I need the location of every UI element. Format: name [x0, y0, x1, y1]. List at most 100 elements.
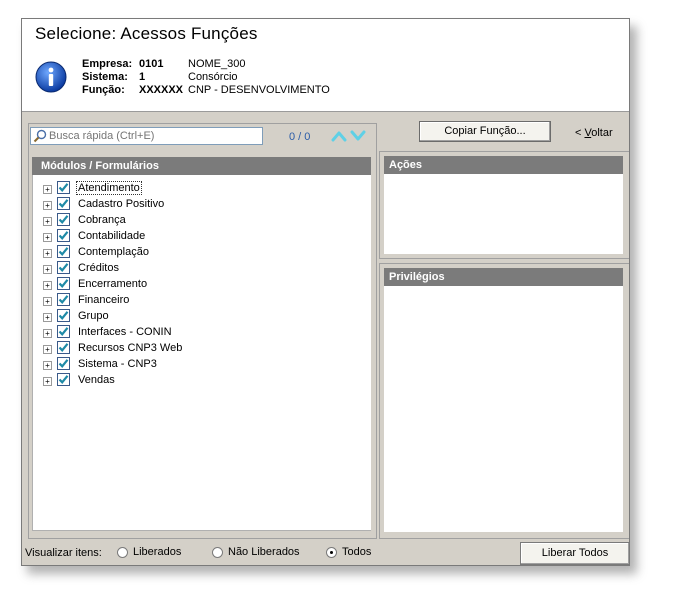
checkmark-icon — [58, 215, 69, 224]
radio-button[interactable] — [212, 547, 223, 558]
funcao-label: Função: — [82, 84, 125, 96]
checkbox[interactable] — [57, 293, 70, 306]
tree-node-label: Sistema - CNP3 — [78, 358, 157, 370]
checkmark-icon — [58, 263, 69, 272]
checkmark-icon — [58, 327, 69, 336]
sistema-code: 1 — [139, 71, 146, 83]
radio-label: Não Liberados — [228, 546, 300, 558]
tree-node[interactable]: + Recursos CNP3 Web — [43, 341, 243, 357]
empresa-code: 0101 — [139, 58, 164, 70]
tree-node-label: Cobrança — [78, 214, 126, 226]
checkbox[interactable] — [57, 357, 70, 370]
actions-panel: Ações — [379, 151, 629, 259]
modules-tree: + Atendimento + Cadastro Positivo + Cobrança +… — [32, 175, 371, 531]
checkbox[interactable] — [57, 325, 70, 338]
checkbox[interactable] — [57, 181, 70, 194]
tree-node-label: Financeiro — [78, 294, 130, 306]
privileges-panel: Privilégios — [379, 263, 629, 539]
checkmark-icon — [58, 279, 69, 288]
checkbox[interactable] — [57, 309, 70, 322]
expand-icon[interactable]: + — [43, 361, 52, 370]
checkmark-icon — [58, 295, 69, 304]
radio-button[interactable] — [117, 547, 128, 558]
actions-list — [384, 174, 623, 254]
privileges-header: Privilégios — [384, 268, 623, 286]
expand-icon[interactable]: + — [43, 281, 52, 290]
tree-node-label: Cadastro Positivo — [78, 198, 165, 210]
privileges-list — [384, 286, 623, 532]
info-icon — [35, 61, 67, 93]
tree-node-label: Contabilidade — [78, 230, 146, 242]
tree-node[interactable]: + Créditos — [43, 261, 243, 277]
tree-node[interactable]: + Encerramento — [43, 277, 243, 293]
sistema-name: Consórcio — [188, 71, 238, 83]
dialog-title: Selecione: Acessos Funções — [35, 24, 258, 43]
checkbox[interactable] — [57, 341, 70, 354]
expand-icon[interactable]: + — [43, 313, 52, 322]
checkbox[interactable] — [57, 373, 70, 386]
tree-node[interactable]: + Cobrança — [43, 213, 243, 229]
expand-icon[interactable]: + — [43, 377, 52, 386]
checkbox[interactable] — [57, 277, 70, 290]
tree-node[interactable]: + Contabilidade — [43, 229, 243, 245]
checkmark-icon — [58, 231, 69, 240]
dialog-window: Selecione: Acessos Funções Empresa: 0101… — [21, 18, 630, 566]
tree-node-label: Encerramento — [78, 278, 148, 290]
checkbox[interactable] — [57, 245, 70, 258]
funcao-code: XXXXXX — [139, 84, 184, 96]
expand-icon[interactable]: + — [43, 233, 52, 242]
expand-icon[interactable]: + — [43, 201, 52, 210]
expand-icon[interactable]: + — [43, 297, 52, 306]
checkmark-icon — [58, 375, 69, 384]
funcao-name: CNP - DESENVOLVIMENTO — [188, 84, 330, 96]
empresa-label: Empresa: — [82, 58, 133, 70]
previous-result-icon[interactable] — [331, 129, 347, 143]
tree-node[interactable]: + Interfaces - CONIN — [43, 325, 243, 341]
checkmark-icon — [58, 359, 69, 368]
checkbox[interactable] — [57, 261, 70, 274]
actions-header: Ações — [384, 156, 623, 174]
tree-node[interactable]: + Financeiro — [43, 293, 243, 309]
tree-node[interactable]: + Atendimento — [43, 181, 243, 197]
radio-button[interactable] — [326, 547, 337, 558]
next-result-icon[interactable] — [350, 129, 366, 143]
checkbox[interactable] — [57, 213, 70, 226]
dialog-header: Selecione: Acessos Funções Empresa: 0101… — [22, 19, 629, 112]
checkbox[interactable] — [57, 197, 70, 210]
tree-node-label: Interfaces - CONIN — [78, 326, 172, 338]
tree-node[interactable]: + Sistema - CNP3 — [43, 357, 243, 373]
tree-node[interactable]: + Cadastro Positivo — [43, 197, 243, 213]
checkmark-icon — [58, 183, 69, 192]
quick-search-box[interactable] — [30, 127, 263, 145]
expand-icon[interactable]: + — [43, 185, 52, 194]
tree-node[interactable]: + Contemplação — [43, 245, 243, 261]
tree-node[interactable]: + Grupo — [43, 309, 243, 325]
quick-search-input[interactable] — [49, 129, 259, 143]
expand-icon[interactable]: + — [43, 329, 52, 338]
sistema-label: Sistema: — [82, 71, 128, 83]
modules-header: Módulos / Formulários — [32, 157, 371, 175]
view-items-label: Visualizar itens: — [25, 547, 102, 559]
release-all-button[interactable]: Liberar Todos — [520, 542, 629, 565]
copy-function-button[interactable]: Copiar Função... — [419, 121, 551, 142]
tree-node-label: Atendimento — [76, 181, 142, 195]
radio-label: Liberados — [133, 546, 182, 558]
checkmark-icon — [58, 343, 69, 352]
tree-node[interactable]: + Vendas — [43, 373, 243, 389]
expand-icon[interactable]: + — [43, 217, 52, 226]
tree-node-label: Vendas — [78, 374, 115, 386]
tree-node-label: Grupo — [78, 310, 109, 322]
tree-node-label: Recursos CNP3 Web — [78, 342, 183, 354]
back-link[interactable]: < Voltar — [575, 127, 613, 139]
expand-icon[interactable]: + — [43, 249, 52, 258]
expand-icon[interactable]: + — [43, 265, 52, 274]
checkmark-icon — [58, 311, 69, 320]
expand-icon[interactable]: + — [43, 345, 52, 354]
search-icon — [33, 129, 47, 143]
search-counter: 0 / 0 — [289, 131, 311, 143]
tree-node-label: Créditos — [78, 262, 119, 274]
checkbox[interactable] — [57, 229, 70, 242]
tree-node-label: Contemplação — [78, 246, 149, 258]
empresa-name: NOME_300 — [188, 58, 246, 70]
checkmark-icon — [58, 199, 69, 208]
